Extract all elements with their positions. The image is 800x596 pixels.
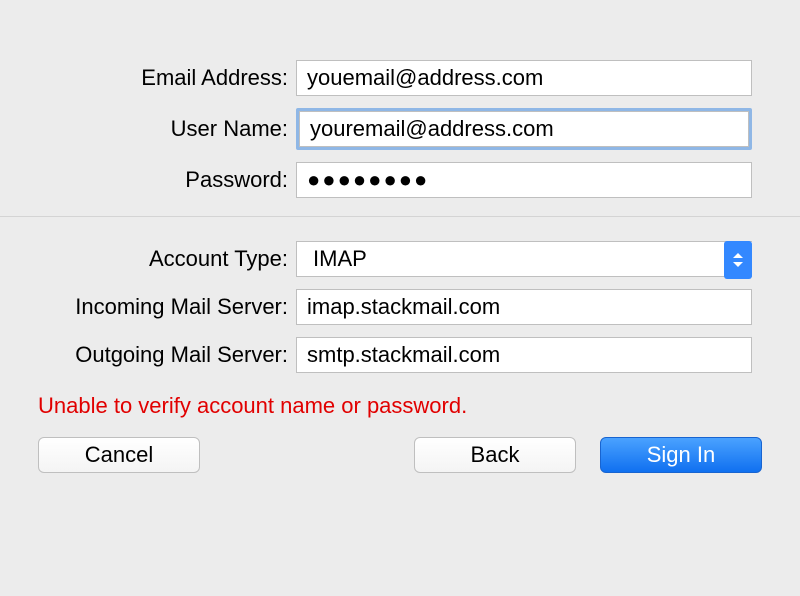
server-settings-section: Account Type: IMAP Incoming Mail Server:… [0,235,800,379]
back-button[interactable]: Back [414,437,576,473]
username-input[interactable] [299,111,749,147]
outgoing-server-input[interactable] [296,337,752,373]
mail-account-dialog: Email Address: User Name: Password: Acco… [0,0,800,596]
chevron-down-icon [733,262,743,267]
chevron-up-icon [733,253,743,258]
signin-button[interactable]: Sign In [600,437,762,473]
email-label: Email Address: [0,65,296,91]
error-message: Unable to verify account name or passwor… [0,379,800,419]
password-label: Password: [0,167,296,193]
email-input[interactable] [296,60,752,96]
account-type-select[interactable]: IMAP [296,241,752,277]
username-label: User Name: [0,116,296,142]
username-focus-ring [296,108,752,150]
select-stepper-icon [724,241,752,279]
account-credentials-section: Email Address: User Name: Password: [0,54,800,204]
cancel-button[interactable]: Cancel [38,437,200,473]
incoming-server-label: Incoming Mail Server: [0,294,296,320]
incoming-server-input[interactable] [296,289,752,325]
account-type-value: IMAP [297,246,367,272]
outgoing-server-label: Outgoing Mail Server: [0,342,296,368]
account-type-label: Account Type: [0,246,296,272]
section-divider [0,216,800,217]
dialog-button-row: Cancel Back Sign In [0,419,800,473]
password-input[interactable] [296,162,752,198]
